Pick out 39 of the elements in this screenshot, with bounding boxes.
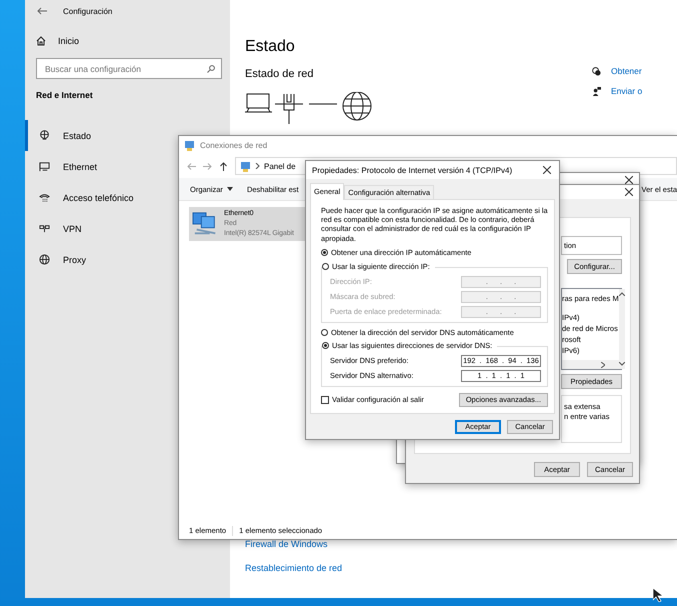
nav-item[interactable]: Estado: [25, 120, 98, 151]
nav-item[interactable]: Acceso telefónico: [25, 182, 140, 213]
search-icon: [207, 64, 215, 72]
home-icon: [36, 36, 46, 46]
settings-link[interactable]: Firewall de Windows: [245, 539, 622, 549]
search-box[interactable]: Buscar una configuración: [36, 58, 222, 79]
dialog-title: Propiedades: Protocolo de Internet versión 4 (TCP/IPv4): [312, 166, 512, 174]
settings-link[interactable]: Restablecimiento de red: [245, 563, 622, 573]
window-title: Conexiones de red: [200, 140, 268, 150]
caret-icon: [226, 187, 233, 191]
network-folder-icon: [184, 140, 195, 150]
person-icon: [592, 86, 601, 96]
nav-item[interactable]: Ethernet: [25, 151, 104, 182]
scroll-right-icon[interactable]: [600, 362, 605, 368]
nav-item[interactable]: VPN: [25, 213, 88, 244]
chevron-icon: [255, 163, 260, 169]
close-icon[interactable]: [543, 166, 551, 174]
chat-help-icon: [592, 66, 601, 76]
network-folder-icon: [240, 160, 251, 172]
scroll-up-icon[interactable]: [618, 292, 625, 296]
scroll-down-icon[interactable]: [618, 362, 625, 366]
close-icon[interactable]: [625, 188, 633, 196]
search-field[interactable]: Buscar una configuración: [43, 62, 207, 74]
nav-item[interactable]: Proxy: [25, 244, 92, 275]
vpn-icon: [39, 223, 50, 234]
up-arrow-icon[interactable]: [219, 162, 228, 170]
globe-icon: [39, 254, 50, 265]
home-link[interactable]: Inicio: [58, 36, 80, 46]
phone-icon: [39, 192, 50, 203]
section-heading: Estado de red: [245, 68, 314, 80]
help-link[interactable]: Enviar o: [611, 86, 642, 96]
window-title: Configuración: [63, 6, 112, 16]
back-arrow-icon[interactable]: [37, 7, 47, 15]
section-heading: Red e Internet: [35, 89, 94, 100]
globe-monitor-icon: [39, 130, 50, 141]
page-heading: Estado: [245, 38, 295, 56]
help-link[interactable]: Obtener: [611, 66, 642, 76]
close-icon[interactable]: [625, 176, 633, 184]
monitor-icon: [39, 161, 50, 172]
